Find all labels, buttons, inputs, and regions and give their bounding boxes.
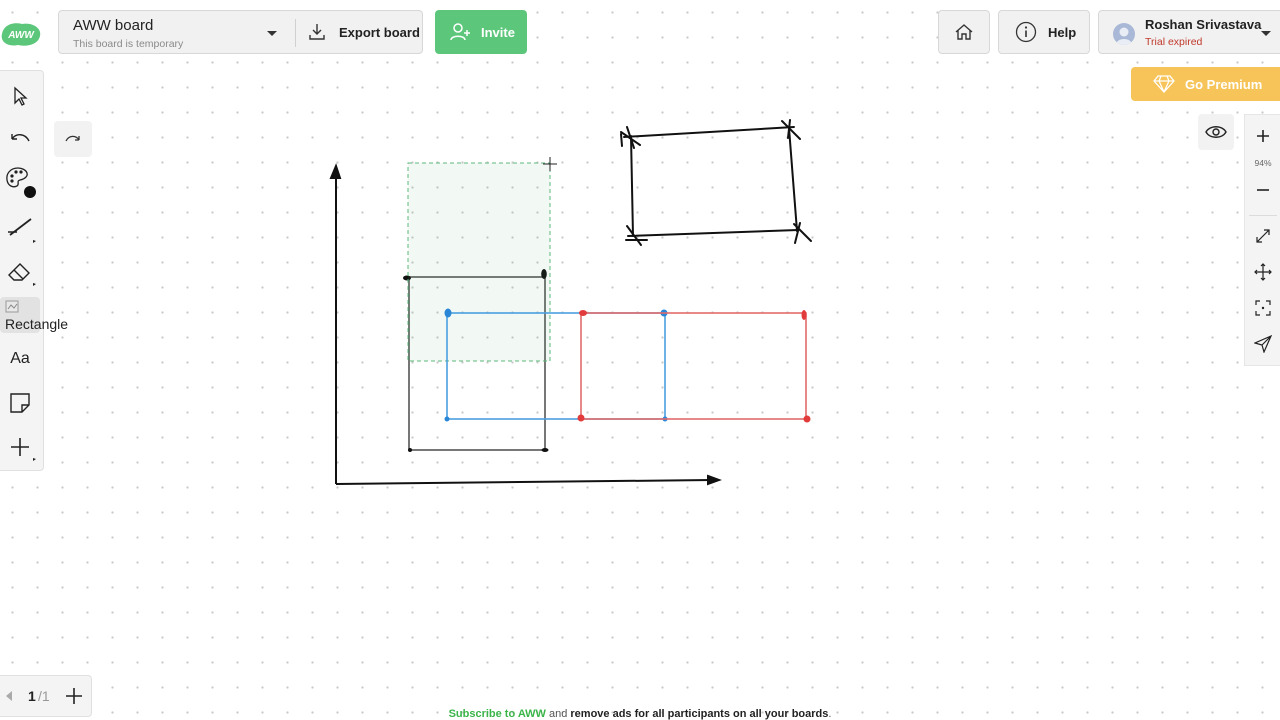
redo-button[interactable]: [54, 121, 92, 157]
divider: [1249, 215, 1277, 216]
view-toggle-button[interactable]: [1198, 114, 1234, 150]
text-icon: Aa: [10, 350, 30, 367]
home-icon: [955, 24, 973, 40]
sticky-note-tool[interactable]: [0, 385, 40, 421]
expand-icon: [1256, 229, 1270, 243]
zoom-panel: 94%: [1244, 114, 1280, 366]
drawing-canvas[interactable]: [0, 0, 1280, 720]
select-tool[interactable]: [0, 78, 40, 114]
redo-icon: [65, 135, 80, 142]
sketch-rectangle-shape: [620, 119, 812, 246]
user-menu-button[interactable]: Roshan Srivastava Trial expired: [1098, 10, 1280, 54]
invite-button[interactable]: Invite: [435, 10, 527, 54]
chevron-left-icon[interactable]: [4, 690, 14, 702]
footer-text: and: [545, 708, 571, 720]
add-user-icon: [450, 23, 470, 41]
more-tools-button[interactable]: [0, 429, 40, 465]
help-button[interactable]: Help: [998, 10, 1090, 54]
footer-bold-text: remove ads for all participants on all y…: [570, 708, 829, 720]
rectangle-tool-label: Rectangle: [5, 316, 69, 332]
fit-to-screen-button[interactable]: [1245, 291, 1280, 325]
zoom-level: 94%: [1254, 158, 1272, 168]
board-info-panel: AWW board This board is temporary Export…: [58, 10, 423, 54]
selection-marquee: [407, 157, 557, 362]
chevron-down-icon: [1261, 31, 1271, 36]
total-pages: /1: [38, 688, 50, 704]
laser-pointer-button[interactable]: [1245, 327, 1280, 361]
diamond-icon: [1153, 75, 1175, 93]
subscribe-banner: Subscribe to AWW and remove ads for all …: [0, 708, 1280, 720]
divider: [295, 19, 296, 47]
trial-status: Trial expired: [1145, 36, 1203, 48]
subscribe-link[interactable]: Subscribe to AWW: [449, 708, 546, 720]
axes-drawing: [329, 163, 722, 486]
plus-icon: [11, 438, 36, 461]
left-toolbar: Rectangle Aa: [0, 70, 68, 471]
download-icon: [309, 24, 325, 40]
board-subtitle: This board is temporary: [73, 38, 184, 50]
export-board-label: Export board: [339, 24, 420, 40]
footer-end: .: [828, 708, 832, 720]
zoom-out-button[interactable]: [1245, 173, 1280, 207]
blue-rectangle-shape: [444, 308, 668, 422]
invite-label: Invite: [481, 24, 515, 40]
undo-icon: [11, 134, 30, 142]
home-button[interactable]: [938, 10, 990, 54]
color-tool[interactable]: [0, 163, 40, 199]
go-premium-button[interactable]: Go Premium: [1131, 67, 1280, 101]
eraser-icon: [8, 263, 36, 286]
minus-icon: [1257, 189, 1269, 191]
text-tool[interactable]: Aa: [0, 341, 40, 377]
logo-text: AWW: [7, 30, 35, 41]
pointer-icon: [14, 86, 28, 106]
palette-icon: [6, 167, 36, 198]
undo-tool[interactable]: [0, 122, 40, 158]
zoom-in-button[interactable]: [1245, 119, 1280, 153]
line-icon: [8, 218, 36, 243]
dark-rectangle-shape: [403, 269, 549, 452]
move-icon: [1254, 263, 1272, 281]
user-name: Roshan Srivastava: [1145, 17, 1262, 32]
plus-icon: [1257, 130, 1269, 142]
info-icon: [1015, 21, 1037, 43]
export-board-button[interactable]: Export board: [303, 11, 421, 53]
current-page: 1: [28, 688, 36, 704]
chevron-down-icon[interactable]: [264, 25, 280, 41]
eraser-tool[interactable]: [0, 254, 40, 290]
red-rectangle-shape: [577, 310, 811, 423]
board-title[interactable]: AWW board: [73, 17, 153, 34]
help-label: Help: [1048, 24, 1077, 40]
aww-logo[interactable]: AWW: [0, 20, 42, 48]
user-avatar-icon: [1116, 27, 1132, 45]
add-page-icon[interactable]: [64, 686, 84, 706]
sticky-note-icon: [10, 393, 30, 413]
pan-button[interactable]: [1245, 255, 1280, 289]
fullscreen-button[interactable]: [1245, 219, 1280, 253]
fit-screen-icon: [1255, 300, 1271, 316]
go-premium-label: Go Premium: [1185, 76, 1263, 92]
avatar: [1113, 23, 1135, 45]
eye-icon: [1205, 126, 1227, 138]
send-icon: [1254, 335, 1272, 353]
line-tool[interactable]: [0, 210, 40, 246]
